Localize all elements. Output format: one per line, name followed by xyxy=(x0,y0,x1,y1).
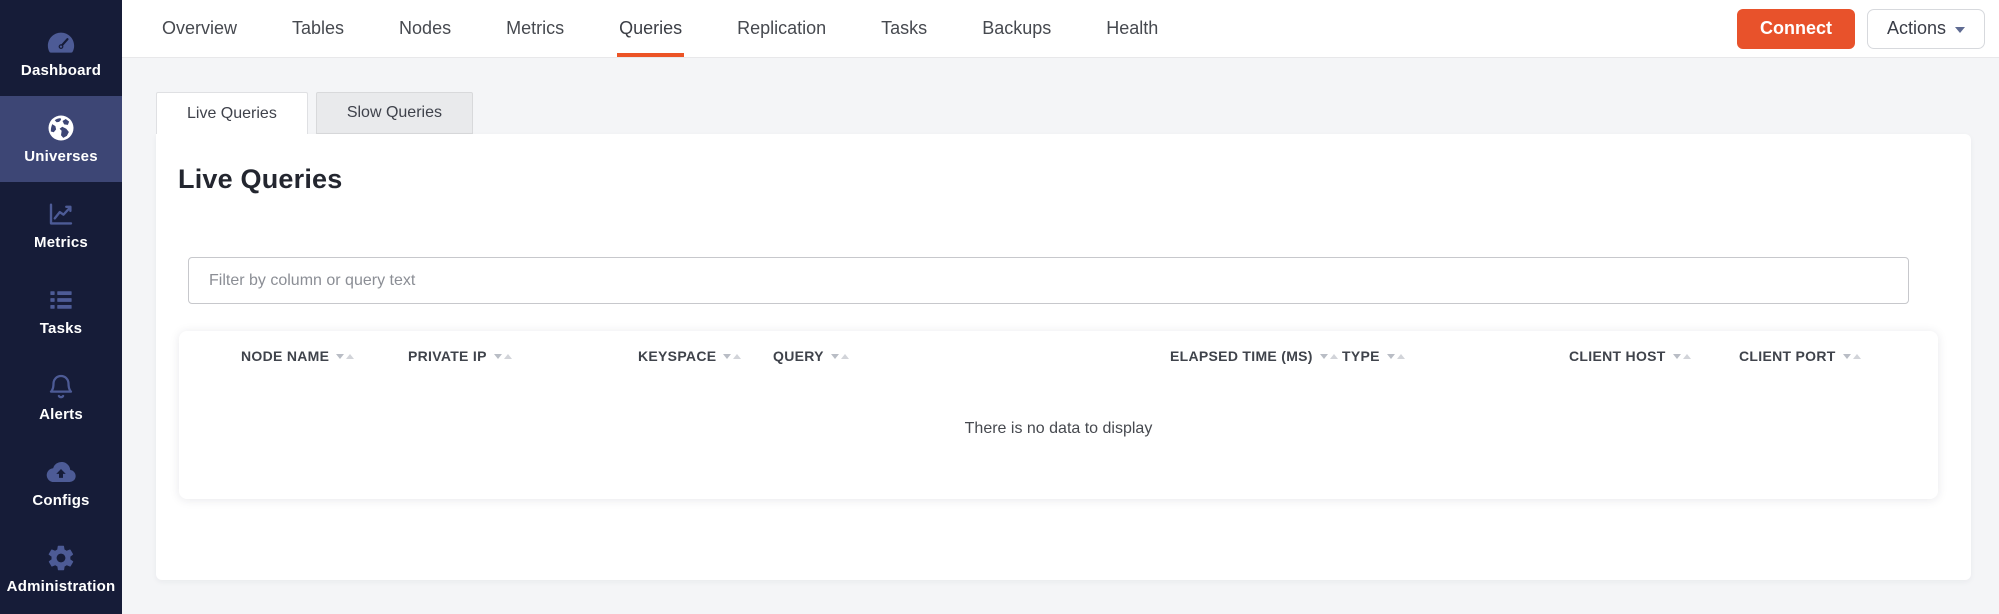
actions-dropdown-button[interactable]: Actions xyxy=(1867,9,1985,49)
queries-table-panel: NODE NAME PRIVATE IP KEYSPACE QUERY xyxy=(179,331,1938,499)
tab-slow-queries[interactable]: Slow Queries xyxy=(316,92,473,134)
universe-top-navbar: Overview Tables Nodes Metrics Queries Re… xyxy=(122,0,1999,58)
chevron-down-icon xyxy=(1955,27,1965,33)
sort-asc-icon xyxy=(346,354,354,359)
column-header-node-name[interactable]: NODE NAME xyxy=(179,348,408,364)
sort-desc-icon xyxy=(831,354,839,359)
column-header-label: QUERY xyxy=(773,348,824,364)
sort-asc-icon xyxy=(841,354,849,359)
connect-button[interactable]: Connect xyxy=(1737,9,1855,49)
nav-tab-nodes[interactable]: Nodes xyxy=(397,0,453,57)
sort-icons xyxy=(494,354,512,359)
top-action-buttons: Connect Actions xyxy=(1737,0,1985,57)
query-filter-input[interactable] xyxy=(188,257,1909,304)
sort-asc-icon xyxy=(1330,354,1338,359)
sort-desc-icon xyxy=(1387,354,1395,359)
column-header-private-ip[interactable]: PRIVATE IP xyxy=(408,348,638,364)
app-window: Dashboard Universes Metrics Tasks Alerts xyxy=(0,0,1999,614)
tab-live-queries[interactable]: Live Queries xyxy=(156,92,308,134)
bell-icon xyxy=(46,371,76,401)
column-header-label: NODE NAME xyxy=(241,348,329,364)
sort-icons xyxy=(1387,354,1405,359)
sort-icons xyxy=(831,354,849,359)
sort-icons xyxy=(336,354,354,359)
main-area: Overview Tables Nodes Metrics Queries Re… xyxy=(122,0,1999,614)
column-header-label: CLIENT HOST xyxy=(1569,348,1666,364)
sort-asc-icon xyxy=(1683,354,1691,359)
sidebar-item-administration[interactable]: Administration xyxy=(0,526,122,612)
sidebar-item-tasks[interactable]: Tasks xyxy=(0,268,122,354)
nav-tab-health[interactable]: Health xyxy=(1104,0,1160,57)
column-header-label: PRIVATE IP xyxy=(408,348,487,364)
sort-icons xyxy=(1673,354,1691,359)
column-header-label: CLIENT PORT xyxy=(1739,348,1836,364)
sort-desc-icon xyxy=(336,354,344,359)
empty-table-message: There is no data to display xyxy=(179,420,1938,438)
sidebar-item-metrics[interactable]: Metrics xyxy=(0,182,122,268)
sort-icons xyxy=(723,354,741,359)
sidebar-item-label: Universes xyxy=(24,148,98,165)
task-list-icon xyxy=(46,285,76,315)
sort-icons xyxy=(1320,354,1338,359)
universe-nav-tabs: Overview Tables Nodes Metrics Queries Re… xyxy=(160,0,1160,57)
sort-desc-icon xyxy=(1320,354,1328,359)
nav-tab-overview[interactable]: Overview xyxy=(160,0,239,57)
column-header-query[interactable]: QUERY xyxy=(773,348,1170,364)
nav-tab-metrics[interactable]: Metrics xyxy=(504,0,566,57)
table-header-row: NODE NAME PRIVATE IP KEYSPACE QUERY xyxy=(179,331,1938,364)
column-header-client-port[interactable]: CLIENT PORT xyxy=(1739,348,1938,364)
sort-icons xyxy=(1843,354,1861,359)
nav-tab-tasks[interactable]: Tasks xyxy=(879,0,929,57)
sidebar-item-alerts[interactable]: Alerts xyxy=(0,354,122,440)
nav-tab-replication[interactable]: Replication xyxy=(735,0,828,57)
column-header-client-host[interactable]: CLIENT HOST xyxy=(1569,348,1739,364)
sidebar-item-label: Tasks xyxy=(40,320,82,337)
column-header-type[interactable]: TYPE xyxy=(1342,348,1569,364)
sort-asc-icon xyxy=(504,354,512,359)
live-queries-card: Live Queries NODE NAME PRIVATE IP xyxy=(156,134,1971,580)
nav-tab-backups[interactable]: Backups xyxy=(980,0,1053,57)
sidebar-item-universes[interactable]: Universes xyxy=(0,96,122,182)
sidebar-item-label: Alerts xyxy=(39,406,83,423)
page-title: Live Queries xyxy=(156,134,1971,194)
sort-desc-icon xyxy=(723,354,731,359)
sidebar-item-label: Dashboard xyxy=(21,62,101,79)
gear-icon xyxy=(46,543,76,573)
sort-desc-icon xyxy=(1843,354,1851,359)
sort-asc-icon xyxy=(733,354,741,359)
sidebar-item-label: Configs xyxy=(32,492,89,509)
sort-asc-icon xyxy=(1397,354,1405,359)
sidebar: Dashboard Universes Metrics Tasks Alerts xyxy=(0,0,122,614)
nav-tab-queries[interactable]: Queries xyxy=(617,0,684,57)
nav-tab-tables[interactable]: Tables xyxy=(290,0,346,57)
dashboard-gauge-icon xyxy=(46,27,76,57)
actions-button-label: Actions xyxy=(1887,18,1946,39)
queries-content: Live Queries Slow Queries Live Queries N… xyxy=(122,58,1999,614)
sort-desc-icon xyxy=(494,354,502,359)
column-header-elapsed-time[interactable]: ELAPSED TIME (MS) xyxy=(1170,348,1342,364)
column-header-label: ELAPSED TIME (MS) xyxy=(1170,348,1313,364)
sidebar-item-dashboard[interactable]: Dashboard xyxy=(0,10,122,96)
globe-icon xyxy=(46,113,76,143)
sort-desc-icon xyxy=(1673,354,1681,359)
cloud-upload-icon xyxy=(46,457,76,487)
column-header-keyspace[interactable]: KEYSPACE xyxy=(638,348,773,364)
column-header-label: KEYSPACE xyxy=(638,348,716,364)
sort-asc-icon xyxy=(1853,354,1861,359)
sidebar-item-label: Metrics xyxy=(34,234,88,251)
queries-subtabs: Live Queries Slow Queries xyxy=(156,92,1999,134)
column-header-label: TYPE xyxy=(1342,348,1380,364)
sidebar-item-label: Administration xyxy=(7,578,116,595)
chart-line-icon xyxy=(46,199,76,229)
sidebar-item-configs[interactable]: Configs xyxy=(0,440,122,526)
